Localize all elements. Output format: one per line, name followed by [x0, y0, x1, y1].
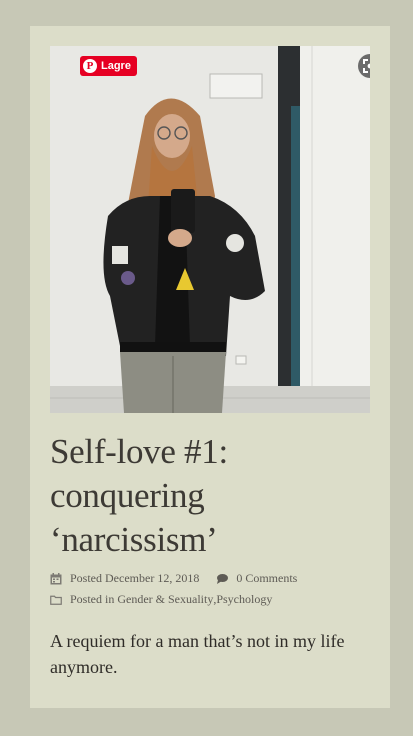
category-link-psychology[interactable]: Psychology — [216, 592, 272, 607]
fullscreen-icon — [363, 59, 370, 73]
comment-bubble-icon — [217, 573, 229, 584]
comments-link[interactable]: 0 Comments — [236, 571, 297, 586]
post-meta-date-row: Posted December 12, 2018 0 Comments — [50, 571, 370, 586]
pinterest-save-button[interactable]: P Lagre — [80, 56, 137, 76]
post-excerpt: A requiem for a man that’s not in my lif… — [50, 631, 345, 677]
post-date-link[interactable]: December 12, 2018 — [105, 571, 199, 586]
calendar-icon — [50, 572, 62, 584]
folder-icon — [50, 595, 62, 605]
categories-prefix: Posted in — [70, 592, 115, 606]
post-card: P Lagre Self-love #1: conquering ‘narcis… — [30, 26, 390, 708]
posted-prefix: Posted — [70, 571, 103, 585]
category-link-gender-sexuality[interactable]: Gender & Sexuality — [117, 592, 213, 607]
comments-meta: 0 Comments — [216, 571, 297, 586]
post-title[interactable]: Self-love #1: conquering ‘narcissism’ — [50, 430, 370, 562]
pinterest-logo-icon: P — [83, 59, 97, 73]
featured-image[interactable]: P Lagre — [50, 46, 370, 413]
post-meta-categories-row: Posted in Gender & Sexuality, Psychology — [50, 592, 370, 607]
pinterest-save-label: Lagre — [101, 60, 131, 72]
mirror-selfie-photo — [50, 46, 370, 413]
expand-image-button[interactable] — [358, 54, 370, 78]
